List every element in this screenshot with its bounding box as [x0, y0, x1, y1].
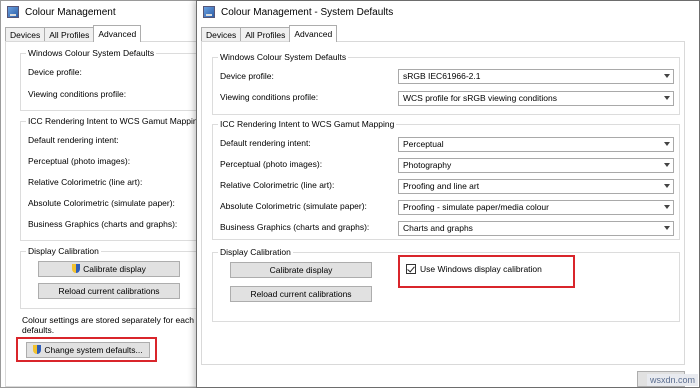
watermark: wsxdn.com [646, 374, 698, 386]
perceptual-dropdown[interactable]: Photography [398, 158, 674, 173]
relative-colorimetric-label: Relative Colorimetric (line art): [28, 177, 143, 187]
reload-calibrations-button[interactable]: Reload current calibrations [38, 283, 180, 299]
calibrate-display-button[interactable]: Calibrate display [230, 262, 372, 278]
business-graphics-label: Business Graphics (charts and graphs): [220, 222, 370, 232]
wcs-defaults-group: Windows Colour System Defaults [212, 52, 680, 115]
group-title: Windows Colour System Defaults [26, 48, 157, 58]
chevron-down-icon [664, 74, 670, 78]
uac-shield-icon [72, 264, 81, 273]
device-profile-label: Device profile: [28, 67, 82, 77]
colour-management-icon [203, 6, 215, 18]
advanced-panel: Windows Colour System Defaults Device pr… [201, 41, 685, 365]
advanced-panel: Windows Colour System Defaults Device pr… [5, 41, 220, 387]
chevron-down-icon [664, 205, 670, 209]
absolute-colorimetric-label: Absolute Colorimetric (simulate paper): [28, 198, 175, 208]
chevron-down-icon [664, 163, 670, 167]
viewing-conditions-label: Viewing conditions profile: [220, 92, 319, 102]
reload-calibrations-button[interactable]: Reload current calibrations [230, 286, 372, 302]
title-bar: Colour Management - System Defaults [197, 1, 699, 23]
tab-advanced[interactable]: Advanced [93, 25, 142, 42]
device-profile-dropdown[interactable]: sRGB IEC61966-2.1 [398, 69, 674, 84]
calibrate-display-button[interactable]: Calibrate display [38, 261, 180, 277]
window-title: Colour Management [25, 6, 116, 18]
display-calibration-group: Display Calibration [20, 246, 220, 309]
relative-colorimetric-label: Relative Colorimetric (line art): [220, 180, 335, 190]
settings-note: Colour settings are stored separately fo… [22, 315, 202, 335]
group-title: ICC Rendering Intent to WCS Gamut Mappin… [218, 119, 397, 129]
group-title: Display Calibration [218, 247, 293, 257]
default-intent-label: Default rendering intent: [220, 138, 311, 148]
viewing-conditions-dropdown[interactable]: WCS profile for sRGB viewing conditions [398, 91, 674, 106]
title-bar: Colour Management [1, 1, 209, 23]
highlight-box [398, 255, 575, 288]
business-graphics-label: Business Graphics (charts and graphs): [28, 219, 178, 229]
tab-all-profiles[interactable]: All Profiles [240, 27, 291, 42]
absolute-colorimetric-label: Absolute Colorimetric (simulate paper): [220, 201, 367, 211]
absolute-colorimetric-dropdown[interactable]: Proofing - simulate paper/media colour [398, 200, 674, 215]
highlight-box [16, 337, 157, 362]
business-graphics-dropdown[interactable]: Charts and graphs [398, 221, 674, 236]
relative-colorimetric-dropdown[interactable]: Proofing and line art [398, 179, 674, 194]
tab-devices[interactable]: Devices [201, 27, 242, 42]
viewing-conditions-label: Viewing conditions profile: [28, 89, 127, 99]
group-title: Display Calibration [26, 246, 101, 256]
device-profile-label: Device profile: [220, 71, 274, 81]
tab-advanced[interactable]: Advanced [289, 25, 338, 42]
tab-devices[interactable]: Devices [5, 27, 46, 42]
tab-strip: Devices All Profiles Advanced [201, 25, 338, 42]
wcs-defaults-group: Windows Colour System Defaults [20, 48, 220, 111]
group-title: ICC Rendering Intent to WCS Gamut Mappin… [26, 116, 205, 126]
tab-all-profiles[interactable]: All Profiles [44, 27, 95, 42]
perceptual-label: Perceptual (photo images): [220, 159, 323, 169]
chevron-down-icon [664, 142, 670, 146]
perceptual-label: Perceptual (photo images): [28, 156, 131, 166]
system-defaults-window: Colour Management - System Defaults Devi… [196, 0, 700, 388]
chevron-down-icon [664, 96, 670, 100]
default-intent-dropdown[interactable]: Perceptual [398, 137, 674, 152]
chevron-down-icon [664, 226, 670, 230]
colour-management-icon [7, 6, 19, 18]
tab-strip: Devices All Profiles Advanced [5, 25, 142, 42]
window-title: Colour Management - System Defaults [221, 6, 394, 18]
chevron-down-icon [664, 184, 670, 188]
group-title: Windows Colour System Defaults [218, 52, 349, 62]
colour-management-window: Colour Management Devices All Profiles A… [0, 0, 220, 388]
default-intent-label: Default rendering intent: [28, 135, 119, 145]
